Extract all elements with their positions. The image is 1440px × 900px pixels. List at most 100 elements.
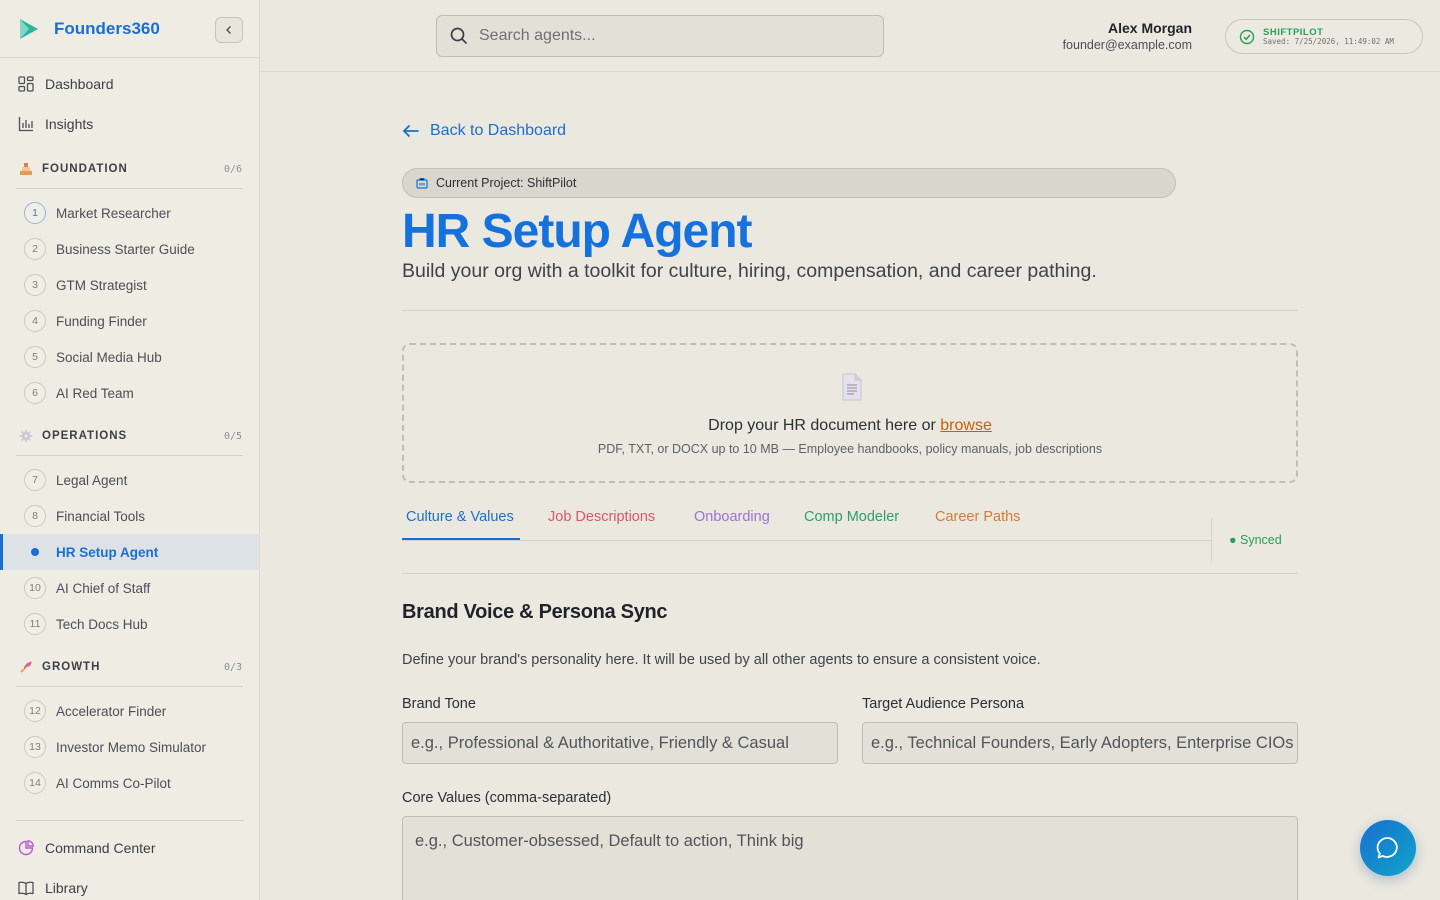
sidebar-item-label: Accelerator Finder bbox=[56, 703, 167, 719]
sidebar-item-market-researcher[interactable]: 1 Market Researcher bbox=[0, 195, 259, 231]
divider bbox=[16, 820, 244, 821]
section-operations-header[interactable]: OPERATIONS 0/5 bbox=[0, 421, 259, 451]
tab-onboarding[interactable]: Onboarding bbox=[694, 509, 770, 525]
save-status-chip[interactable]: SHIFTPILOT Saved: 7/25/2026, 11:49:02 AM bbox=[1225, 19, 1423, 54]
audience-persona-label: Target Audience Persona bbox=[862, 696, 1025, 712]
sidebar-item-label: Financial Tools bbox=[56, 508, 146, 524]
tab-culture-values[interactable]: Culture & Values bbox=[406, 509, 514, 525]
building-icon bbox=[416, 177, 428, 189]
sidebar-item-funding-finder[interactable]: 4 Funding Finder bbox=[0, 303, 259, 339]
sidebar-item-ai-red-team[interactable]: 6 AI Red Team bbox=[0, 375, 259, 411]
gear-icon bbox=[18, 428, 34, 444]
divider bbox=[16, 455, 243, 456]
active-dot-icon bbox=[31, 548, 39, 556]
check-circle-icon bbox=[1239, 29, 1255, 44]
sidebar: Founders360 Dashboard Insights FOUNDATIO… bbox=[0, 0, 260, 900]
pie-chart-icon bbox=[17, 839, 35, 857]
brand-logo-icon[interactable] bbox=[16, 16, 42, 42]
search-box[interactable] bbox=[436, 15, 884, 57]
tab-job-descriptions[interactable]: Job Descriptions bbox=[548, 509, 655, 525]
tab-career-paths[interactable]: Career Paths bbox=[935, 509, 1020, 525]
sidebar-item-hr-setup-agent[interactable]: HR Setup Agent bbox=[0, 534, 259, 570]
current-project-pill: Current Project: ShiftPilot bbox=[402, 168, 1176, 198]
sidebar-item-label: GTM Strategist bbox=[56, 277, 147, 293]
back-to-dashboard-link[interactable]: Back to Dashboard bbox=[402, 122, 566, 140]
bar-chart-icon bbox=[17, 115, 35, 133]
sidebar-item-label: Social Media Hub bbox=[56, 349, 162, 365]
page-title: HR Setup Agent bbox=[402, 205, 753, 258]
sidebar-item-social-media-hub[interactable]: 5 Social Media Hub bbox=[0, 339, 259, 375]
search-input[interactable] bbox=[479, 27, 859, 45]
sidebar-item-label: Investor Memo Simulator bbox=[56, 739, 207, 755]
nav-dashboard[interactable]: Dashboard bbox=[0, 64, 259, 104]
divider bbox=[16, 188, 243, 189]
arrow-left-icon bbox=[402, 124, 419, 138]
section-operations-title: OPERATIONS bbox=[42, 430, 128, 442]
section-foundation-title: FOUNDATION bbox=[42, 163, 128, 175]
sidebar-item-label: Funding Finder bbox=[56, 313, 147, 329]
nav-dashboard-label: Dashboard bbox=[45, 76, 114, 92]
tab-comp-modeler[interactable]: Comp Modeler bbox=[804, 509, 899, 525]
step-number: 3 bbox=[24, 274, 46, 296]
section-growth-count: 0/3 bbox=[223, 661, 242, 673]
file-dropzone[interactable]: Drop your HR document here or browse PDF… bbox=[402, 343, 1298, 483]
sidebar-item-ai-comms-co-pilot[interactable]: 14 AI Comms Co-Pilot bbox=[0, 765, 259, 801]
dashboard-icon bbox=[17, 75, 35, 93]
step-number: 14 bbox=[24, 772, 46, 794]
step-number: 8 bbox=[24, 505, 46, 527]
audience-persona-input[interactable] bbox=[862, 722, 1298, 764]
sidebar-item-label: Market Researcher bbox=[56, 205, 171, 221]
step-number: 7 bbox=[24, 469, 46, 491]
user-info[interactable]: Alex Morgan founder@example.com bbox=[1063, 20, 1192, 52]
sidebar-item-label: Legal Agent bbox=[56, 472, 128, 488]
chat-button[interactable] bbox=[1360, 820, 1416, 876]
nav-insights[interactable]: Insights bbox=[0, 104, 259, 144]
nav-command-center[interactable]: Command Center bbox=[0, 828, 260, 868]
page-subtitle: Build your org with a toolkit for cultur… bbox=[402, 260, 1097, 282]
brand-name[interactable]: Founders360 bbox=[54, 19, 160, 39]
active-tab-underline bbox=[402, 538, 520, 540]
divider bbox=[402, 573, 1298, 574]
user-name: Alex Morgan bbox=[1107, 20, 1192, 36]
sidebar-item-ai-chief-of-staff[interactable]: 10 AI Chief of Staff bbox=[0, 570, 259, 606]
step-number: 5 bbox=[24, 346, 46, 368]
divider bbox=[1211, 518, 1212, 561]
rocket-icon bbox=[18, 659, 34, 675]
save-timestamp: Saved: 7/25/2026, 11:49:02 AM bbox=[1263, 36, 1394, 46]
step-number: 1 bbox=[24, 202, 46, 224]
brand-tone-input[interactable] bbox=[402, 722, 838, 764]
dropzone-prompt: Drop your HR document here or bbox=[708, 417, 936, 434]
dropzone-text: Drop your HR document here or browse bbox=[404, 417, 1296, 435]
dropzone-hint: PDF, TXT, or DOCX up to 10 MB — Employee… bbox=[597, 442, 1103, 456]
foundation-icon bbox=[18, 161, 34, 177]
sidebar-item-accelerator-finder[interactable]: 12 Accelerator Finder bbox=[0, 693, 259, 729]
sidebar-item-label: AI Chief of Staff bbox=[56, 580, 151, 596]
nav-library[interactable]: Library bbox=[0, 868, 260, 900]
sync-status: ● Synced bbox=[1229, 533, 1282, 547]
user-email: founder@example.com bbox=[1062, 38, 1192, 52]
section-description: Define your brand's personality here. It… bbox=[402, 652, 1041, 668]
divider bbox=[16, 686, 243, 687]
sidebar-item-investor-memo-simulator[interactable]: 13 Investor Memo Simulator bbox=[0, 729, 259, 765]
sidebar-item-tech-docs-hub[interactable]: 11 Tech Docs Hub bbox=[0, 606, 259, 642]
tab-bar: Culture & Values Job Descriptions Onboar… bbox=[402, 504, 1211, 541]
collapse-sidebar-button[interactable] bbox=[215, 17, 243, 43]
divider bbox=[402, 310, 1298, 311]
section-growth-header[interactable]: GROWTH 0/3 bbox=[0, 652, 259, 682]
book-icon bbox=[17, 879, 35, 897]
section-foundation-header[interactable]: FOUNDATION 0/6 bbox=[0, 154, 259, 184]
sidebar-item-gtm-strategist[interactable]: 3 GTM Strategist bbox=[0, 267, 259, 303]
active-step-indicator bbox=[24, 541, 46, 563]
sidebar-item-business-starter-guide[interactable]: 2 Business Starter Guide bbox=[0, 231, 259, 267]
sidebar-item-legal-agent[interactable]: 7 Legal Agent bbox=[0, 462, 259, 498]
document-icon bbox=[841, 373, 863, 406]
core-values-textarea[interactable] bbox=[402, 816, 1298, 900]
step-number: 11 bbox=[24, 613, 46, 635]
sidebar-item-financial-tools[interactable]: 8 Financial Tools bbox=[0, 498, 259, 534]
search-icon bbox=[450, 27, 468, 45]
step-number: 4 bbox=[24, 310, 46, 332]
sidebar-item-label: AI Red Team bbox=[56, 385, 134, 401]
step-number: 6 bbox=[24, 382, 46, 404]
chevron-left-icon bbox=[226, 26, 231, 34]
browse-link[interactable]: browse bbox=[940, 417, 992, 434]
